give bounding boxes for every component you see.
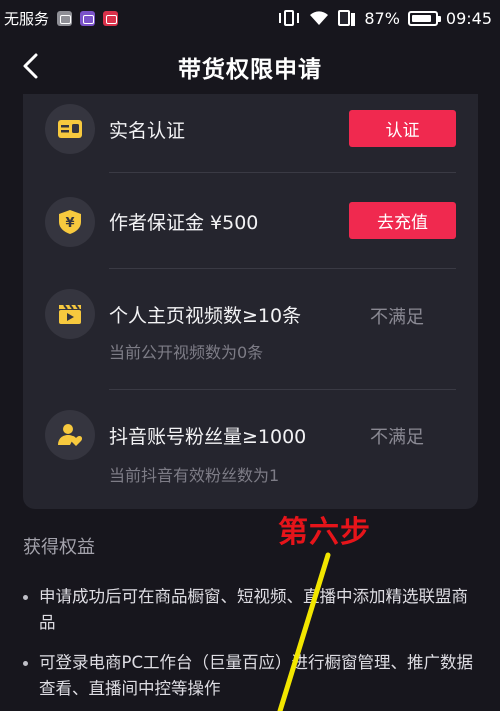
clock: 09:45 <box>445 8 492 28</box>
benefit-text: 可登录电商PC工作台（巨量百应）进行橱窗管理、推广数据查看、直播间中控等操作 <box>39 653 473 698</box>
vibrate-icon <box>278 9 300 27</box>
id-card-icon <box>45 104 95 154</box>
requirement-title: 作者保证金 ¥500 <box>109 212 259 234</box>
benefit-item: 申请成功后可在商品橱窗、短视频、直播中添加精选联盟商品 <box>23 584 483 636</box>
sim-icon <box>338 9 356 27</box>
keyboard-icon <box>80 10 96 26</box>
requirement-detail: 当前公开视频数为0条 <box>109 343 264 362</box>
shield-yuan-icon: ¥ <box>45 197 95 247</box>
status-not-met: 不满足 <box>370 307 424 328</box>
benefit-item: 可登录电商PC工作台（巨量百应）进行橱窗管理、推广数据查看、直播间中控等操作 <box>23 650 483 702</box>
gallery-icon <box>57 10 73 26</box>
recharge-button[interactable]: 去充值 <box>349 202 456 239</box>
requirement-title: 实名认证 <box>109 120 186 142</box>
benefits-title: 获得权益 <box>23 537 95 558</box>
bullet <box>23 595 28 600</box>
video-clapper-icon <box>45 289 95 339</box>
battery-icon <box>407 10 441 26</box>
weibo-icon <box>103 10 119 26</box>
nav-bar: 带货权限申请 <box>0 36 500 94</box>
fans-heart-icon <box>45 410 95 460</box>
verify-button[interactable]: 认证 <box>349 110 456 147</box>
bullet <box>23 661 28 666</box>
divider <box>109 389 456 390</box>
benefit-text: 申请成功后可在商品橱窗、短视频、直播中添加精选联盟商品 <box>39 587 468 632</box>
page-title: 带货权限申请 <box>178 57 322 83</box>
status-not-met: 不满足 <box>370 427 424 448</box>
requirements-card: 实名认证 认证 ¥ 作者保证金 ¥500 去充值 个人主页视频数≥10条 不满足… <box>23 94 478 509</box>
battery-percent: 87% <box>364 8 400 28</box>
status-bar: 无服务 87% 09:45 <box>0 0 500 36</box>
divider <box>109 268 456 269</box>
wifi-icon <box>310 11 329 25</box>
divider <box>109 172 456 173</box>
requirement-title: 抖音账号粉丝量≥1000 <box>109 426 307 448</box>
step-annotation-label: 第六步 <box>278 515 371 550</box>
battery-fill <box>411 14 432 22</box>
svg-text:¥: ¥ <box>65 216 74 231</box>
carrier-label: 无服务 <box>4 9 50 28</box>
requirement-title: 个人主页视频数≥10条 <box>109 305 302 327</box>
requirement-detail: 当前抖音有效粉丝数为1 <box>109 466 280 485</box>
